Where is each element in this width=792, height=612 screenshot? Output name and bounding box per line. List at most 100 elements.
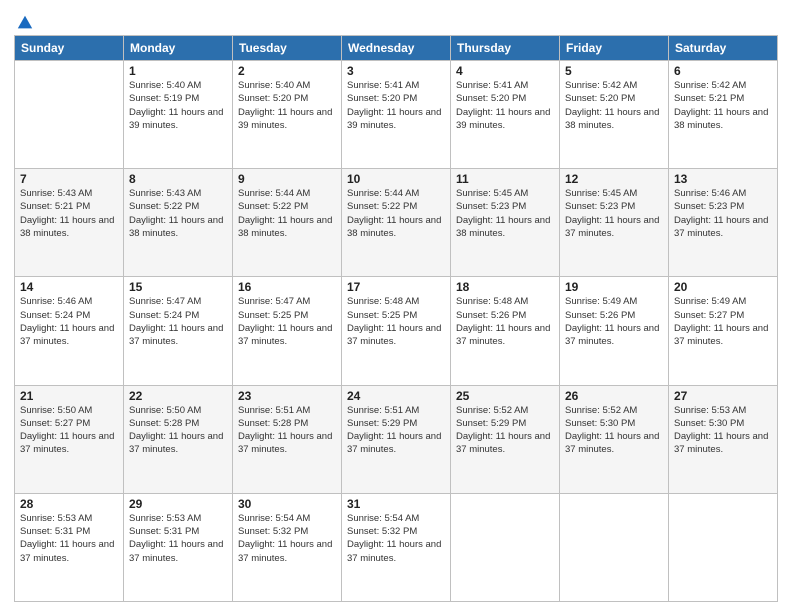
day-number: 25 <box>456 389 554 403</box>
calendar-cell: 25Sunrise: 5:52 AMSunset: 5:29 PMDayligh… <box>451 385 560 493</box>
day-number: 31 <box>347 497 445 511</box>
day-number: 15 <box>129 280 227 294</box>
day-number: 10 <box>347 172 445 186</box>
day-info: Sunrise: 5:44 AMSunset: 5:22 PMDaylight:… <box>347 187 445 240</box>
day-info: Sunrise: 5:53 AMSunset: 5:30 PMDaylight:… <box>674 404 772 457</box>
day-info: Sunrise: 5:51 AMSunset: 5:28 PMDaylight:… <box>238 404 336 457</box>
day-number: 1 <box>129 64 227 78</box>
calendar-cell: 6Sunrise: 5:42 AMSunset: 5:21 PMDaylight… <box>669 61 778 169</box>
day-number: 2 <box>238 64 336 78</box>
calendar-header-row: SundayMondayTuesdayWednesdayThursdayFrid… <box>15 36 778 61</box>
calendar-week-row: 28Sunrise: 5:53 AMSunset: 5:31 PMDayligh… <box>15 493 778 601</box>
day-info: Sunrise: 5:46 AMSunset: 5:23 PMDaylight:… <box>674 187 772 240</box>
day-info: Sunrise: 5:54 AMSunset: 5:32 PMDaylight:… <box>238 512 336 565</box>
day-info: Sunrise: 5:47 AMSunset: 5:24 PMDaylight:… <box>129 295 227 348</box>
page: SundayMondayTuesdayWednesdayThursdayFrid… <box>0 0 792 612</box>
calendar-cell: 27Sunrise: 5:53 AMSunset: 5:30 PMDayligh… <box>669 385 778 493</box>
day-info: Sunrise: 5:42 AMSunset: 5:20 PMDaylight:… <box>565 79 663 132</box>
calendar-cell: 14Sunrise: 5:46 AMSunset: 5:24 PMDayligh… <box>15 277 124 385</box>
day-info: Sunrise: 5:40 AMSunset: 5:19 PMDaylight:… <box>129 79 227 132</box>
day-header-saturday: Saturday <box>669 36 778 61</box>
calendar-week-row: 21Sunrise: 5:50 AMSunset: 5:27 PMDayligh… <box>15 385 778 493</box>
calendar-cell: 10Sunrise: 5:44 AMSunset: 5:22 PMDayligh… <box>342 169 451 277</box>
day-header-wednesday: Wednesday <box>342 36 451 61</box>
day-number: 19 <box>565 280 663 294</box>
day-header-sunday: Sunday <box>15 36 124 61</box>
calendar-cell: 30Sunrise: 5:54 AMSunset: 5:32 PMDayligh… <box>233 493 342 601</box>
calendar-cell: 3Sunrise: 5:41 AMSunset: 5:20 PMDaylight… <box>342 61 451 169</box>
day-info: Sunrise: 5:49 AMSunset: 5:26 PMDaylight:… <box>565 295 663 348</box>
calendar-cell: 28Sunrise: 5:53 AMSunset: 5:31 PMDayligh… <box>15 493 124 601</box>
day-number: 9 <box>238 172 336 186</box>
day-info: Sunrise: 5:49 AMSunset: 5:27 PMDaylight:… <box>674 295 772 348</box>
calendar-cell: 7Sunrise: 5:43 AMSunset: 5:21 PMDaylight… <box>15 169 124 277</box>
calendar-cell: 26Sunrise: 5:52 AMSunset: 5:30 PMDayligh… <box>560 385 669 493</box>
day-info: Sunrise: 5:41 AMSunset: 5:20 PMDaylight:… <box>456 79 554 132</box>
day-number: 29 <box>129 497 227 511</box>
day-number: 20 <box>674 280 772 294</box>
day-number: 22 <box>129 389 227 403</box>
day-info: Sunrise: 5:51 AMSunset: 5:29 PMDaylight:… <box>347 404 445 457</box>
day-number: 13 <box>674 172 772 186</box>
calendar-cell: 29Sunrise: 5:53 AMSunset: 5:31 PMDayligh… <box>124 493 233 601</box>
day-number: 30 <box>238 497 336 511</box>
day-number: 4 <box>456 64 554 78</box>
day-number: 18 <box>456 280 554 294</box>
calendar-cell: 23Sunrise: 5:51 AMSunset: 5:28 PMDayligh… <box>233 385 342 493</box>
calendar-cell: 13Sunrise: 5:46 AMSunset: 5:23 PMDayligh… <box>669 169 778 277</box>
day-info: Sunrise: 5:53 AMSunset: 5:31 PMDaylight:… <box>129 512 227 565</box>
calendar-cell: 16Sunrise: 5:47 AMSunset: 5:25 PMDayligh… <box>233 277 342 385</box>
day-info: Sunrise: 5:53 AMSunset: 5:31 PMDaylight:… <box>20 512 118 565</box>
day-number: 24 <box>347 389 445 403</box>
day-header-tuesday: Tuesday <box>233 36 342 61</box>
day-number: 27 <box>674 389 772 403</box>
day-info: Sunrise: 5:43 AMSunset: 5:21 PMDaylight:… <box>20 187 118 240</box>
calendar-cell: 9Sunrise: 5:44 AMSunset: 5:22 PMDaylight… <box>233 169 342 277</box>
calendar-cell: 19Sunrise: 5:49 AMSunset: 5:26 PMDayligh… <box>560 277 669 385</box>
day-header-friday: Friday <box>560 36 669 61</box>
day-info: Sunrise: 5:48 AMSunset: 5:26 PMDaylight:… <box>456 295 554 348</box>
calendar-cell: 5Sunrise: 5:42 AMSunset: 5:20 PMDaylight… <box>560 61 669 169</box>
day-info: Sunrise: 5:52 AMSunset: 5:30 PMDaylight:… <box>565 404 663 457</box>
day-number: 12 <box>565 172 663 186</box>
day-info: Sunrise: 5:46 AMSunset: 5:24 PMDaylight:… <box>20 295 118 348</box>
day-header-monday: Monday <box>124 36 233 61</box>
day-number: 23 <box>238 389 336 403</box>
logo <box>14 14 34 29</box>
day-number: 11 <box>456 172 554 186</box>
calendar-cell: 15Sunrise: 5:47 AMSunset: 5:24 PMDayligh… <box>124 277 233 385</box>
calendar-week-row: 7Sunrise: 5:43 AMSunset: 5:21 PMDaylight… <box>15 169 778 277</box>
logo-icon <box>16 14 34 32</box>
calendar-cell: 22Sunrise: 5:50 AMSunset: 5:28 PMDayligh… <box>124 385 233 493</box>
day-number: 14 <box>20 280 118 294</box>
day-number: 3 <box>347 64 445 78</box>
day-info: Sunrise: 5:43 AMSunset: 5:22 PMDaylight:… <box>129 187 227 240</box>
calendar: SundayMondayTuesdayWednesdayThursdayFrid… <box>14 35 778 602</box>
day-number: 8 <box>129 172 227 186</box>
calendar-cell <box>669 493 778 601</box>
day-info: Sunrise: 5:41 AMSunset: 5:20 PMDaylight:… <box>347 79 445 132</box>
day-number: 21 <box>20 389 118 403</box>
day-number: 17 <box>347 280 445 294</box>
calendar-cell <box>560 493 669 601</box>
calendar-cell: 24Sunrise: 5:51 AMSunset: 5:29 PMDayligh… <box>342 385 451 493</box>
day-number: 26 <box>565 389 663 403</box>
calendar-cell: 20Sunrise: 5:49 AMSunset: 5:27 PMDayligh… <box>669 277 778 385</box>
calendar-cell: 31Sunrise: 5:54 AMSunset: 5:32 PMDayligh… <box>342 493 451 601</box>
day-info: Sunrise: 5:44 AMSunset: 5:22 PMDaylight:… <box>238 187 336 240</box>
day-info: Sunrise: 5:40 AMSunset: 5:20 PMDaylight:… <box>238 79 336 132</box>
calendar-week-row: 14Sunrise: 5:46 AMSunset: 5:24 PMDayligh… <box>15 277 778 385</box>
calendar-week-row: 1Sunrise: 5:40 AMSunset: 5:19 PMDaylight… <box>15 61 778 169</box>
day-number: 6 <box>674 64 772 78</box>
calendar-cell <box>451 493 560 601</box>
header <box>14 10 778 29</box>
day-number: 28 <box>20 497 118 511</box>
day-number: 7 <box>20 172 118 186</box>
calendar-cell: 4Sunrise: 5:41 AMSunset: 5:20 PMDaylight… <box>451 61 560 169</box>
day-info: Sunrise: 5:45 AMSunset: 5:23 PMDaylight:… <box>565 187 663 240</box>
calendar-cell: 17Sunrise: 5:48 AMSunset: 5:25 PMDayligh… <box>342 277 451 385</box>
calendar-cell: 11Sunrise: 5:45 AMSunset: 5:23 PMDayligh… <box>451 169 560 277</box>
day-number: 16 <box>238 280 336 294</box>
day-info: Sunrise: 5:50 AMSunset: 5:27 PMDaylight:… <box>20 404 118 457</box>
day-info: Sunrise: 5:48 AMSunset: 5:25 PMDaylight:… <box>347 295 445 348</box>
